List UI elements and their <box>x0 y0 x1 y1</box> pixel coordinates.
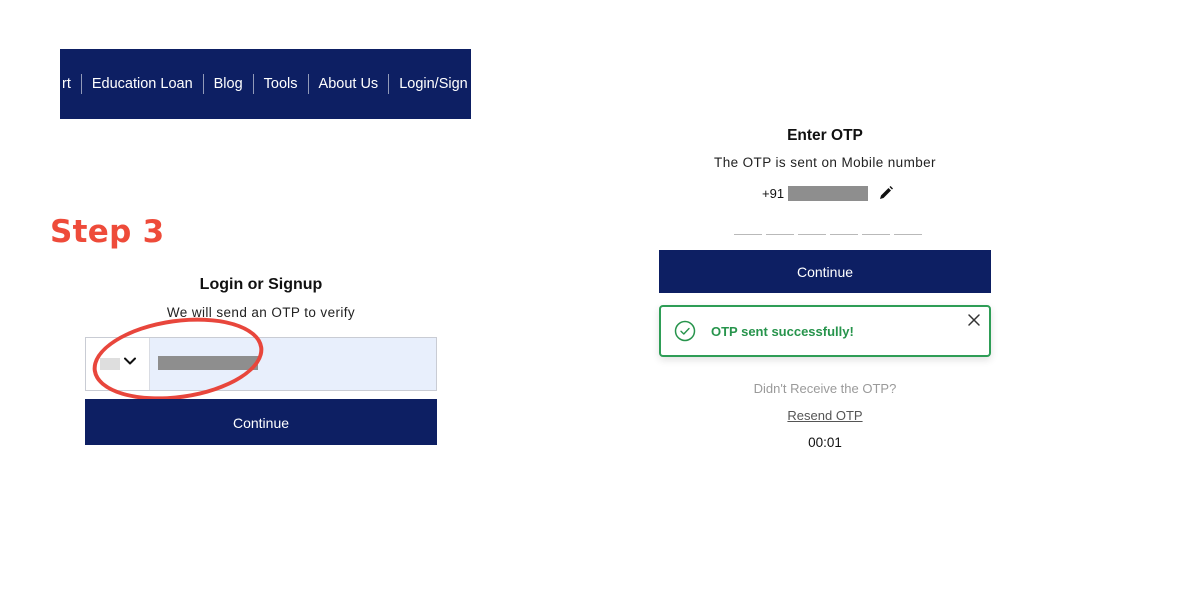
login-title: Login or Signup <box>199 276 323 293</box>
nav-item-blog[interactable]: Blog <box>204 75 253 93</box>
check-circle-icon <box>674 320 696 342</box>
step-label: Step 3 <box>50 214 165 250</box>
toast-message: OTP sent successfully! <box>711 324 854 339</box>
nav-item-education-loan[interactable]: Education Loan <box>82 75 203 93</box>
otp-digit-input[interactable] <box>798 224 826 235</box>
login-subtitle: We will send an OTP to verify <box>166 305 356 320</box>
otp-phone-number: +91 <box>762 185 894 201</box>
country-code-select[interactable] <box>86 338 150 390</box>
didnt-receive-text: Didn't Receive the OTP? <box>753 381 897 396</box>
close-icon[interactable] <box>967 313 981 327</box>
nav-item-support[interactable]: rt <box>60 75 81 93</box>
otp-digit-input[interactable] <box>766 224 794 235</box>
top-nav: rt Education Loan Blog Tools About Us Lo… <box>60 49 471 119</box>
otp-continue-button[interactable]: Continue <box>659 250 991 293</box>
country-code-text: +91 <box>762 185 785 201</box>
resend-timer: 00:01 <box>808 435 842 450</box>
otp-digit-input[interactable] <box>830 224 858 235</box>
otp-title: Enter OTP <box>787 127 863 144</box>
nav-item-about-us[interactable]: About Us <box>309 75 389 93</box>
mobile-number-input[interactable] <box>150 338 436 390</box>
otp-digit-input[interactable] <box>734 224 762 235</box>
redacted-mobile-number <box>788 185 869 201</box>
redacted-mobile-number <box>158 356 258 370</box>
resend-otp-link[interactable]: Resend OTP <box>659 408 991 423</box>
nav-items: rt Education Loan Blog Tools About Us Lo… <box>60 49 471 119</box>
phone-field <box>85 337 437 391</box>
login-continue-button[interactable]: Continue <box>85 399 437 445</box>
otp-input-group <box>734 224 922 235</box>
otp-subtitle: The OTP is sent on Mobile number <box>714 155 936 170</box>
nav-item-login-signup[interactable]: Login/Sign u <box>389 75 471 93</box>
country-flag <box>100 358 120 370</box>
success-toast: OTP sent successfully! <box>659 305 991 357</box>
chevron-down-icon <box>124 357 136 365</box>
nav-item-tools[interactable]: Tools <box>254 75 308 93</box>
pencil-icon[interactable] <box>878 185 894 201</box>
otp-digit-input[interactable] <box>862 224 890 235</box>
otp-digit-input[interactable] <box>894 224 922 235</box>
